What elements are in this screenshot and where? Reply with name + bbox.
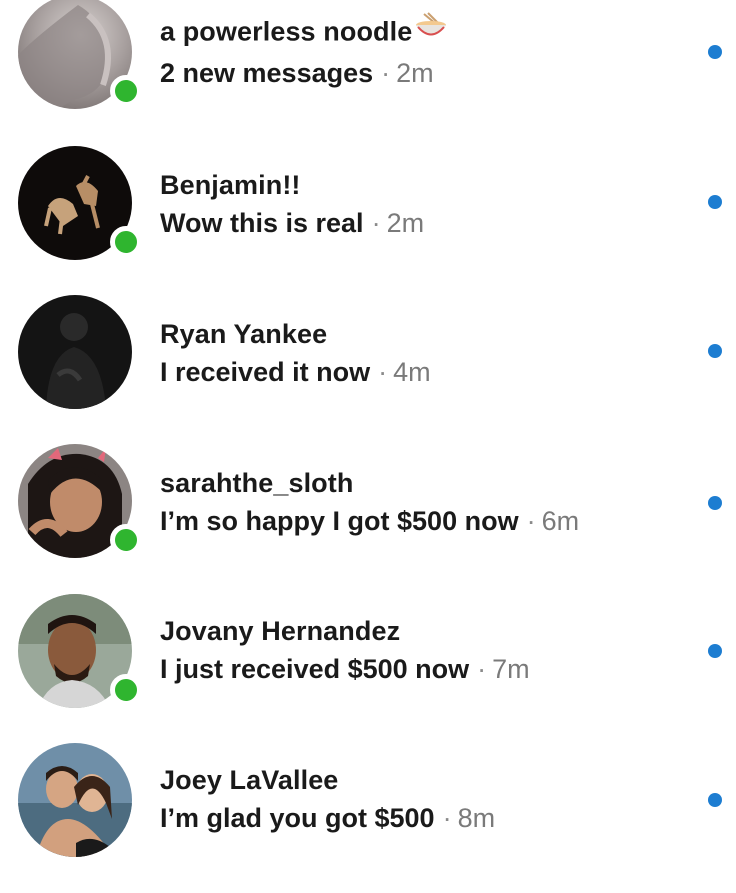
conversation-name-text: sarahthe_sloth	[160, 468, 354, 498]
unread-indicator	[708, 496, 722, 510]
separator: ·	[371, 208, 381, 238]
timestamp: 2m	[386, 208, 425, 238]
conversation-name-text: Joey LaVallee	[160, 765, 339, 795]
last-message: Wow this is real	[160, 208, 364, 238]
avatar-container	[18, 444, 142, 558]
message-preview: I just received $500 now · 7m	[160, 654, 530, 685]
conversation-row[interactable]: Jovany Hernandez I just received $500 no…	[0, 594, 736, 744]
last-message: 2 new messages	[160, 58, 374, 88]
noodle-bowl-icon	[414, 12, 448, 47]
timestamp: 7m	[492, 654, 530, 684]
avatar-container	[18, 594, 142, 708]
conversation-name-text: a powerless noodle	[160, 16, 413, 47]
message-preview: Wow this is real · 2m	[160, 208, 424, 239]
online-status-indicator	[110, 75, 142, 107]
message-preview: I received it now · 4m	[160, 357, 431, 388]
conversation-name: Benjamin!!	[160, 170, 301, 201]
last-message: I’m so happy I got $500 now	[160, 506, 519, 536]
timestamp: 8m	[457, 803, 496, 833]
last-message: I just received $500 now	[160, 654, 470, 684]
unread-indicator	[708, 793, 722, 807]
unread-indicator	[708, 45, 722, 59]
online-status-indicator	[110, 674, 142, 706]
separator: ·	[378, 357, 388, 387]
avatar[interactable]	[18, 295, 132, 409]
avatar-container	[18, 295, 132, 409]
message-preview: I’m glad you got $500 · 8m	[160, 803, 495, 834]
conversation-row[interactable]: Benjamin!! Wow this is real · 2m	[0, 146, 736, 296]
conversation-name-text: Ryan Yankee	[160, 319, 328, 349]
separator: ·	[526, 506, 536, 536]
conversation-name-text: Benjamin!!	[160, 170, 301, 200]
conversation-name: a powerless noodle	[160, 12, 448, 51]
timestamp: 4m	[393, 357, 431, 387]
timestamp: 6m	[541, 506, 580, 536]
conversation-name-text: Jovany Hernandez	[160, 616, 401, 646]
online-status-indicator	[110, 524, 142, 556]
timestamp: 2m	[396, 58, 434, 88]
conversation-row[interactable]: Joey LaVallee I’m glad you got $500 · 8m	[0, 743, 736, 893]
unread-indicator	[708, 344, 722, 358]
separator: ·	[381, 58, 391, 88]
message-preview: 2 new messages · 2m	[160, 58, 434, 89]
avatar-container	[18, 0, 142, 109]
conversation-row[interactable]: Ryan Yankee I received it now · 4m	[0, 295, 736, 445]
conversation-name: Joey LaVallee	[160, 765, 338, 796]
avatar[interactable]	[18, 743, 132, 857]
conversation-row[interactable]: sarahthe_sloth I’m so happy I got $500 n…	[0, 444, 736, 594]
last-message: I received it now	[160, 357, 371, 387]
conversation-row[interactable]: a powerless noodle 2 new messages · 2m	[0, 0, 736, 150]
conversation-name: Ryan Yankee	[160, 319, 327, 350]
separator: ·	[442, 803, 452, 833]
last-message: I’m glad you got $500	[160, 803, 435, 833]
avatar-container	[18, 146, 142, 260]
unread-indicator	[708, 644, 722, 658]
conversation-name: Jovany Hernandez	[160, 616, 400, 647]
message-preview: I’m so happy I got $500 now · 6m	[160, 506, 579, 537]
avatar-container	[18, 743, 132, 857]
separator: ·	[477, 654, 487, 684]
conversation-list: a powerless noodle 2 new messages · 2m B…	[0, 0, 736, 865]
unread-indicator	[708, 195, 722, 209]
conversation-name: sarahthe_sloth	[160, 468, 353, 499]
online-status-indicator	[110, 226, 142, 258]
